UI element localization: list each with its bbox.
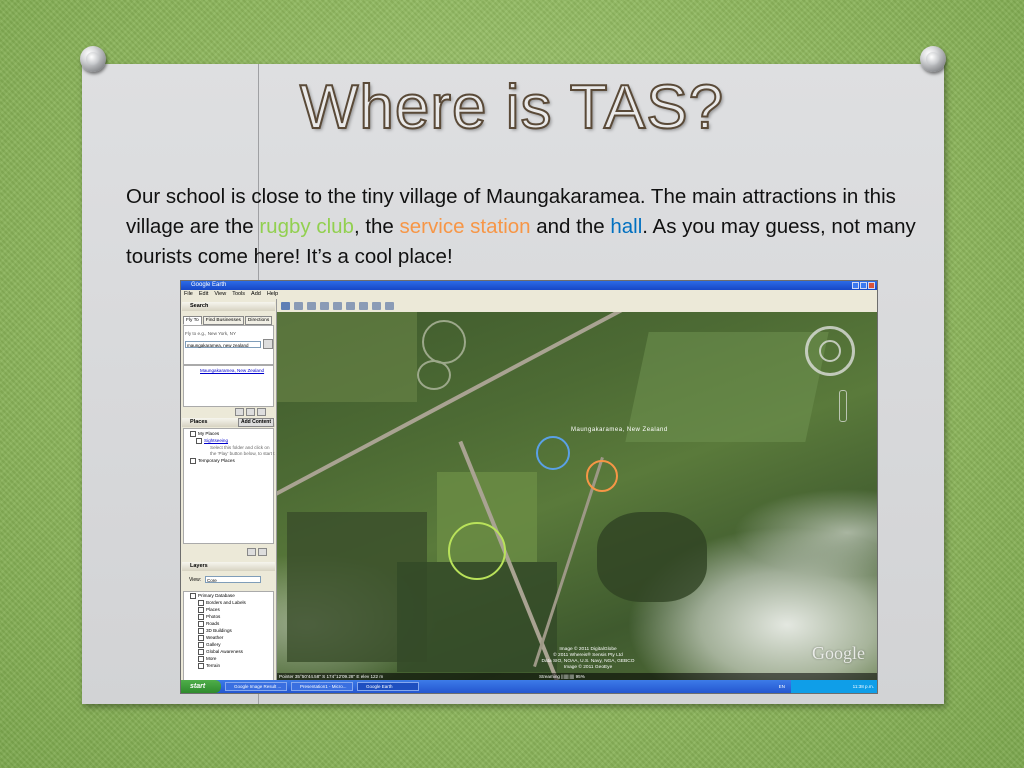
layer-item[interactable]: Photos bbox=[198, 614, 220, 620]
places-hint: Select this folder and click on bbox=[210, 445, 270, 450]
move-joystick-icon[interactable] bbox=[819, 340, 841, 362]
ruler-icon[interactable] bbox=[346, 301, 355, 310]
layer-item[interactable]: Global Awareness bbox=[198, 649, 243, 655]
field-patch bbox=[277, 312, 417, 402]
racetrack bbox=[417, 360, 451, 390]
start-button[interactable]: start bbox=[181, 680, 221, 693]
racetrack bbox=[422, 320, 466, 364]
rugby-club-text: rugby club bbox=[259, 215, 354, 238]
streaming-status: Streaming ||||||||||| 95% bbox=[539, 674, 585, 679]
maps-icon[interactable] bbox=[385, 301, 394, 310]
search-results: Maungakaramea, New Zealand bbox=[183, 365, 274, 407]
tab-fly-to[interactable]: Fly To bbox=[183, 316, 202, 325]
maximize-icon[interactable] bbox=[860, 282, 867, 289]
menu-tools[interactable]: Tools bbox=[232, 290, 245, 299]
sidebar: Search Fly To Find Businesses Directions… bbox=[181, 299, 277, 693]
layer-item[interactable]: 3D Buildings bbox=[198, 628, 232, 634]
fly-to-box: Fly to e.g., New York, NY maungakaramea,… bbox=[183, 325, 274, 365]
map-credits: Image © 2011 DigitalGlobe © 2011 Whereis… bbox=[541, 647, 635, 670]
menu-file[interactable]: File bbox=[184, 290, 193, 299]
google-logo: Google bbox=[812, 643, 865, 663]
fly-to-input[interactable]: maungakaramea, new zealand bbox=[185, 341, 261, 348]
field-patch bbox=[625, 332, 829, 442]
menu-help[interactable]: Help bbox=[267, 290, 278, 299]
pointer-coordinates: Pointer 35°50'44.58" S 174°12'09.28" E e… bbox=[279, 674, 384, 679]
hall-marker[interactable] bbox=[536, 436, 570, 470]
system-tray: 11:38 p.m. bbox=[791, 680, 877, 693]
path-icon[interactable] bbox=[320, 301, 329, 310]
rugby-club-marker[interactable] bbox=[448, 522, 506, 580]
next-icon[interactable] bbox=[258, 548, 267, 556]
zoom-slider[interactable] bbox=[839, 390, 847, 422]
taskbar-item[interactable]: Google Image Result ... bbox=[225, 682, 287, 691]
minimize-icon[interactable] bbox=[852, 282, 859, 289]
layers-panel-header[interactable]: Layers bbox=[182, 562, 275, 571]
close-icon[interactable] bbox=[868, 282, 875, 289]
layer-item[interactable]: Borders and Labels bbox=[198, 600, 246, 606]
service-station-marker[interactable] bbox=[586, 460, 618, 492]
service-station-text: service station bbox=[399, 215, 531, 238]
print-icon[interactable] bbox=[372, 301, 381, 310]
tab-directions[interactable]: Directions bbox=[244, 316, 273, 325]
google-earth-screenshot: Google Earth File Edit View Tools Add He… bbox=[180, 280, 878, 694]
places-item[interactable]: My Places bbox=[190, 431, 219, 437]
taskbar-item[interactable]: Presentation1 - Micro... bbox=[291, 682, 353, 691]
menu-bar: File Edit View Tools Add Help bbox=[181, 290, 877, 299]
search-panel-header[interactable]: Search bbox=[182, 302, 275, 311]
places-hint: the 'Play' button below, to start t bbox=[210, 451, 275, 456]
places-tree: My Places Sightseeing Select this folder… bbox=[183, 428, 275, 544]
search-tabs: Fly To Find Businesses Directions bbox=[183, 316, 274, 325]
map-status-bar: Pointer 35°50'44.58" S 174°12'09.28" E e… bbox=[277, 673, 877, 680]
language-indicator[interactable]: EN bbox=[779, 680, 785, 693]
window-title-bar: Google Earth bbox=[181, 281, 877, 290]
slide-title: Where is TAS? bbox=[299, 72, 725, 143]
sidebar-toggle-icon[interactable] bbox=[281, 301, 290, 310]
navigation-control[interactable] bbox=[801, 322, 859, 380]
search-result-link[interactable]: Maungakaramea, New Zealand bbox=[200, 368, 264, 373]
windows-taskbar: start Google Image Result ... Presentati… bbox=[181, 680, 877, 693]
search-go-icon[interactable] bbox=[263, 339, 273, 349]
hall-text: hall bbox=[610, 215, 643, 238]
menu-view[interactable]: View bbox=[214, 290, 226, 299]
view-label: View: bbox=[189, 577, 202, 583]
toolbar bbox=[277, 299, 877, 312]
view-select[interactable]: Core bbox=[205, 576, 261, 583]
satellite-map[interactable]: Maungakaramea, New Zealand Image © 2011 … bbox=[277, 312, 877, 680]
places-panel-header[interactable]: Places Add Content bbox=[182, 418, 275, 427]
placemark-icon[interactable] bbox=[294, 301, 303, 310]
map-place-label: Maungakaramea, New Zealand bbox=[571, 427, 668, 433]
search-controls bbox=[235, 408, 266, 417]
taskbar-item-active[interactable]: Google Earth bbox=[357, 682, 419, 691]
layer-item[interactable]: Terrain bbox=[198, 663, 220, 669]
layer-item[interactable]: More bbox=[198, 656, 216, 662]
layers-tree: Primary Database Borders and Labels Plac… bbox=[183, 591, 274, 693]
places-controls bbox=[247, 548, 267, 557]
slide-body-text: Our school is close to the tiny village … bbox=[126, 185, 916, 268]
play-icon[interactable] bbox=[235, 408, 244, 416]
menu-add[interactable]: Add bbox=[251, 290, 261, 299]
layer-item[interactable]: Weather bbox=[198, 635, 223, 641]
polygon-icon[interactable] bbox=[307, 301, 316, 310]
tree-cluster bbox=[597, 512, 707, 602]
layer-item[interactable]: Roads bbox=[198, 621, 219, 627]
clock: 11:38 p.m. bbox=[852, 684, 874, 689]
play-tour-icon[interactable] bbox=[247, 548, 256, 556]
tab-find-businesses[interactable]: Find Businesses bbox=[202, 316, 244, 325]
add-content-button[interactable]: Add Content bbox=[238, 418, 274, 427]
layers-view-row: View: Core bbox=[183, 575, 274, 585]
layer-item[interactable]: Primary Database bbox=[190, 593, 235, 599]
email-icon[interactable] bbox=[359, 301, 368, 310]
places-item[interactable]: Temporary Places bbox=[190, 458, 235, 464]
stop-icon[interactable] bbox=[246, 408, 255, 416]
fly-to-hint: Fly to e.g., New York, NY bbox=[185, 331, 237, 336]
places-item[interactable]: Sightseeing bbox=[196, 438, 228, 444]
clear-icon[interactable] bbox=[257, 408, 266, 416]
overlay-icon[interactable] bbox=[333, 301, 342, 310]
layer-item[interactable]: Places bbox=[198, 607, 220, 613]
menu-edit[interactable]: Edit bbox=[199, 290, 208, 299]
layer-item[interactable]: Gallery bbox=[198, 642, 221, 648]
